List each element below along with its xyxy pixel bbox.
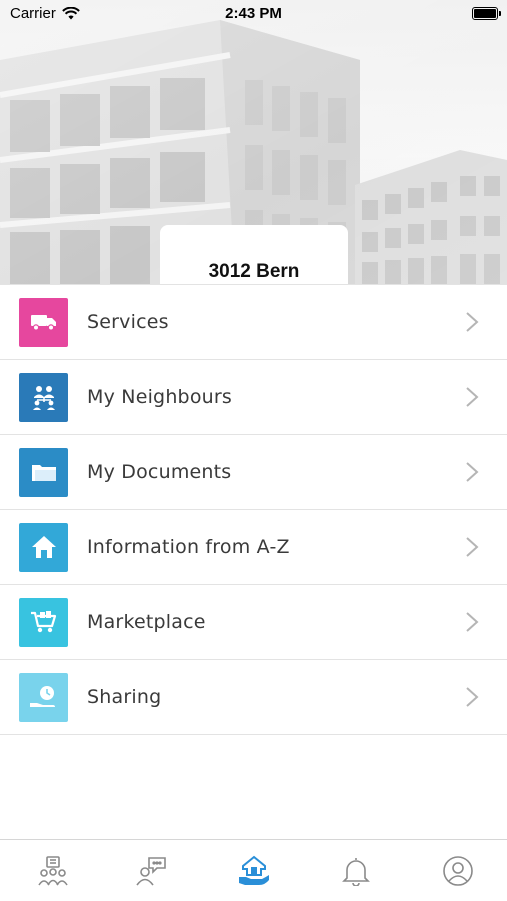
menu-label-services: Services — [87, 311, 169, 333]
menu-item-information-a-z[interactable]: Information from A-Z — [0, 510, 507, 585]
profile-icon — [443, 856, 473, 886]
chevron-right-icon — [466, 312, 479, 332]
menu-label-my-documents: My Documents — [87, 461, 232, 483]
menu-item-my-documents[interactable]: My Documents — [0, 435, 507, 510]
neighbours-icon — [32, 386, 55, 410]
tab-notifications[interactable] — [336, 853, 376, 889]
neighbours-tile — [19, 372, 68, 422]
tab-community[interactable] — [33, 853, 73, 889]
delivery-truck-icon — [30, 315, 56, 331]
menu-label-marketplace: Marketplace — [87, 611, 206, 633]
menu-item-my-neighbours[interactable]: My Neighbours — [0, 360, 507, 435]
information-tile — [19, 522, 68, 572]
chevron-right-icon — [466, 612, 479, 632]
bell-icon — [342, 858, 370, 886]
menu-label-my-neighbours: My Neighbours — [87, 386, 232, 408]
home-hand-icon — [239, 855, 269, 885]
chevron-right-icon — [466, 537, 479, 557]
chevron-right-icon — [466, 462, 479, 482]
location-title: 3012 Bern — [208, 261, 300, 282]
status-bar: Carrier 2:43 PM — [0, 0, 507, 28]
location-tab[interactable]: 3012 Bern — [160, 225, 348, 284]
menu-item-sharing[interactable]: Sharing — [0, 660, 507, 735]
sharing-hand-icon — [29, 686, 55, 707]
battery-icon — [472, 7, 501, 20]
chevron-right-icon — [466, 387, 479, 407]
house-icon — [31, 536, 56, 558]
services-tile — [19, 297, 68, 347]
menu-item-services[interactable]: Services — [0, 284, 507, 360]
tab-profile[interactable] — [438, 853, 478, 889]
shopping-cart-icon — [30, 611, 56, 633]
menu-item-marketplace[interactable]: Marketplace — [0, 585, 507, 660]
clock-time: 2:43 PM — [225, 5, 282, 22]
community-icon — [38, 856, 68, 886]
header-hero: Carrier 2:43 PM 3012 Bern — [0, 0, 507, 284]
bottom-tab-bar — [0, 839, 507, 901]
folder-icon — [31, 465, 56, 481]
marketplace-tile — [19, 597, 68, 647]
chat-person-icon — [136, 857, 166, 886]
tab-chat[interactable] — [131, 853, 171, 889]
main-menu: Services My Neighbours My Documents Info… — [0, 284, 507, 735]
menu-label-sharing: Sharing — [87, 686, 162, 708]
sharing-tile — [19, 672, 68, 722]
documents-tile — [19, 447, 68, 497]
chevron-right-icon — [466, 687, 479, 707]
tab-home[interactable] — [234, 853, 274, 889]
menu-label-information-a-z: Information from A-Z — [87, 536, 290, 558]
